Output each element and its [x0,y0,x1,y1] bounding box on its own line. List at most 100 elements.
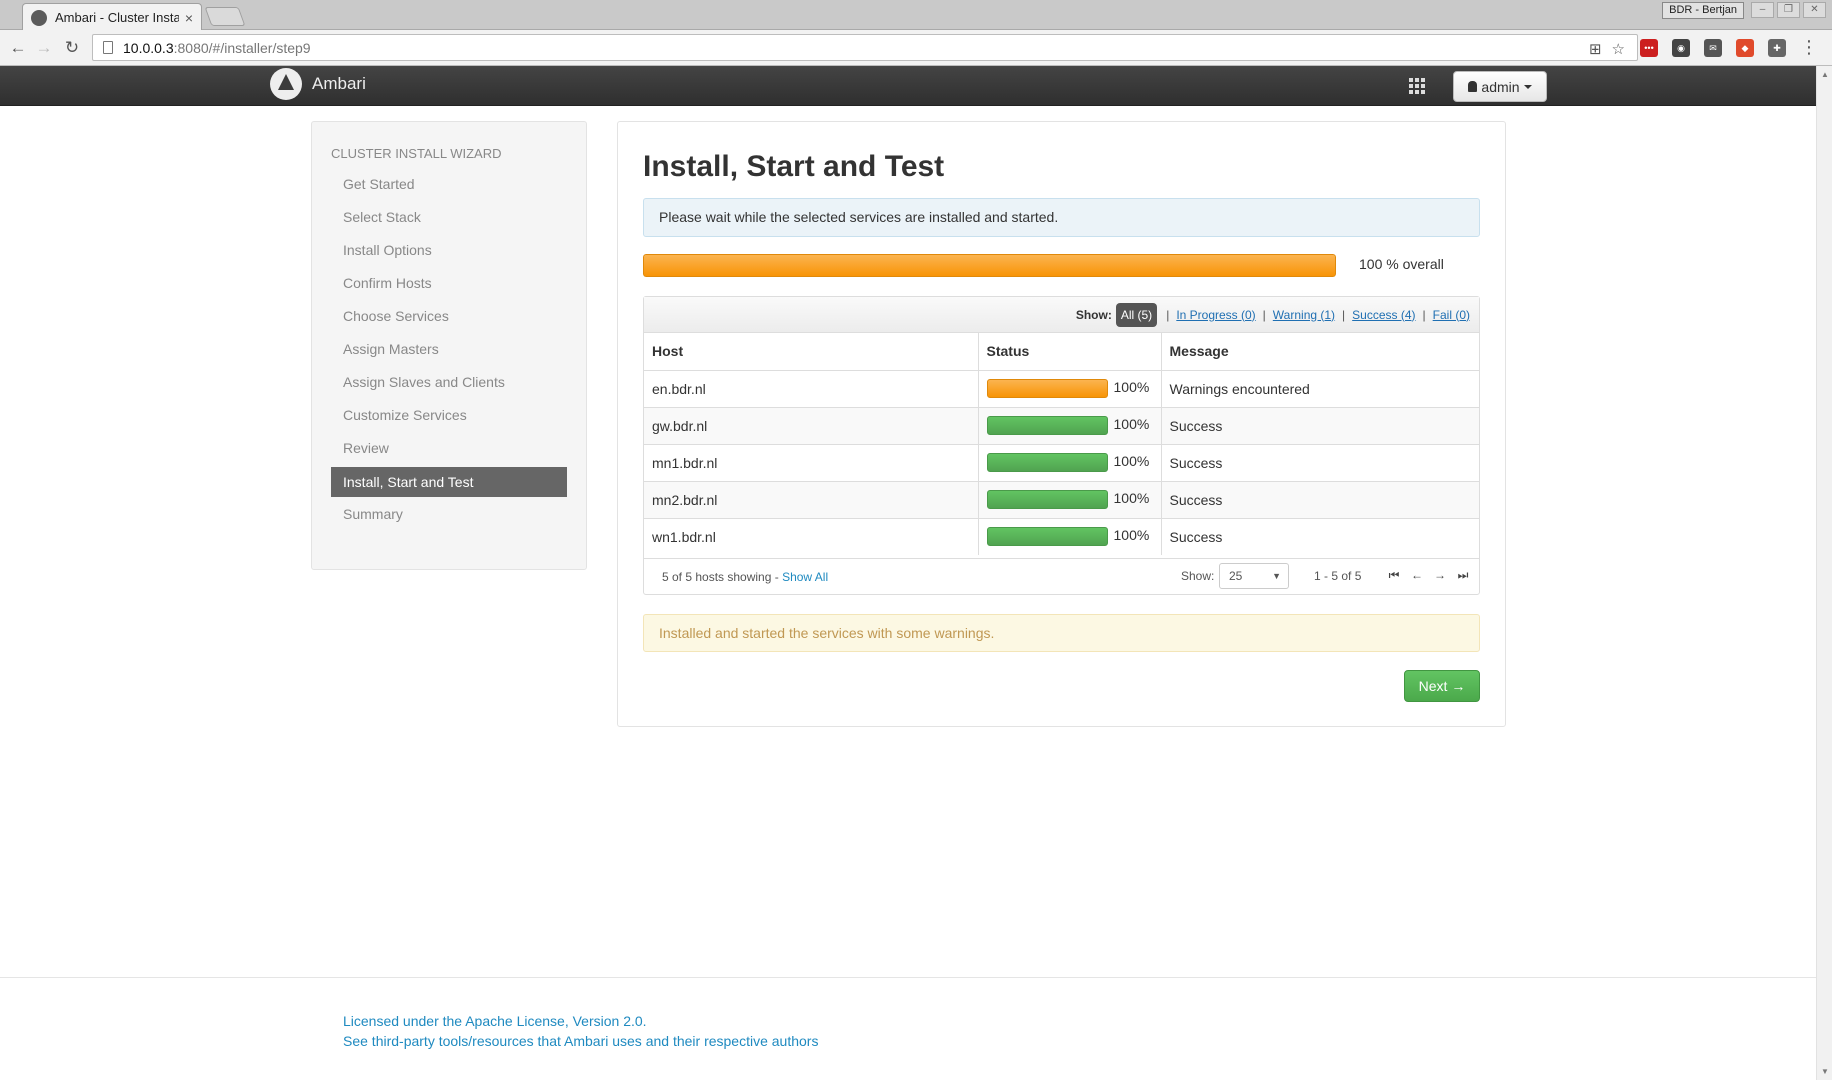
close-window-icon[interactable]: ✕ [1803,2,1826,18]
url-host: 10.0.0.3 [123,39,174,56]
hosts-table-box: Show: All (5) | In Progress (0) | Warnin… [643,296,1480,595]
reload-icon[interactable]: ↻ [62,38,82,58]
status-filter-bar: Show: All (5) | In Progress (0) | Warnin… [644,297,1479,333]
browser-menu-icon[interactable]: ⋮ [1800,37,1818,57]
host-name: en.bdr.nl [644,369,979,407]
overall-progress-bar [643,254,1336,277]
page-footer: Licensed under the Apache License, Versi… [343,1011,818,1051]
mail-icon[interactable]: ✉ [1704,39,1722,57]
wizard-step-confirm-hosts: Confirm Hosts [343,275,432,291]
filter-in-progress[interactable]: In Progress (0) [1176,308,1255,322]
page-size-label: Show: [1181,569,1215,583]
column-header-message: Message [1161,333,1479,371]
filter-warning[interactable]: Warning (1) [1273,308,1335,322]
user-icon [1468,81,1478,92]
user-menu-label: admin [1481,78,1520,95]
lastpass-icon[interactable]: ••• [1640,39,1658,57]
page-size-select[interactable]: 25 ▼ [1219,563,1289,589]
host-status: 100% [978,369,1162,407]
info-alert: Please wait while the selected services … [643,198,1480,237]
host-percent: 100% [1113,527,1150,544]
wizard-step-install-start-test: Install, Start and Test [331,467,567,497]
new-tab-button[interactable] [204,7,246,26]
last-page-icon[interactable]: ⏭ [1456,568,1470,582]
warning-alert: Installed and started the services with … [643,614,1480,652]
tab-title: Ambari - Cluster Instal [55,10,179,25]
browser-tab[interactable]: Ambari - Cluster Instal × [22,3,202,31]
pagination: ⏮ ← → ⏭ [1387,568,1470,582]
ambari-logo-icon[interactable] [270,68,302,100]
tab-close-icon[interactable]: × [185,10,193,26]
extension-red-icon[interactable]: ◆ [1736,39,1754,57]
translate-icon[interactable]: ⊞ [1589,40,1602,58]
wizard-title: CLUSTER INSTALL WIZARD [331,146,502,161]
table-row: mn2.bdr.nl 100% Success [644,480,1479,518]
overall-progress-label: 100 % overall [1359,256,1444,272]
column-header-status: Status [978,333,1162,371]
filter-success[interactable]: Success (4) [1352,308,1415,322]
table-row: wn1.bdr.nl 100% Success [644,517,1479,555]
table-footer: 5 of 5 hosts showing - Show All Show: 25… [644,558,1479,594]
next-page-icon[interactable]: → [1433,568,1447,582]
page-title: Install, Start and Test [643,150,945,183]
extension-icons: ••• ◉ ✉ ◆ ✚ [1640,39,1786,57]
page-scrollbar[interactable]: ▲ ▼ [1816,66,1832,1080]
user-menu-button[interactable]: admin [1453,71,1547,102]
brand-name[interactable]: Ambari [312,74,366,94]
previous-page-icon[interactable]: ← [1410,568,1424,582]
host-name: gw.bdr.nl [644,406,979,444]
column-header-host: Host [644,333,979,371]
filter-all[interactable]: All (5) [1115,302,1158,327]
host-progress-bar [986,379,1108,398]
wizard-step-install-options: Install Options [343,242,432,258]
host-progress-bar [986,527,1108,547]
minimize-icon[interactable]: – [1751,2,1774,18]
ambari-favicon-icon [31,9,47,26]
footer-divider [0,977,1816,978]
page-size-value: 25 [1229,569,1243,583]
pocket-icon[interactable]: ◉ [1672,39,1690,57]
back-arrow-icon[interactable]: ← [8,38,28,58]
scroll-up-icon[interactable]: ▲ [1821,70,1829,79]
bookmark-star-icon[interactable]: ☆ [1612,40,1625,58]
host-status: 100% [978,406,1162,444]
caret-down-icon [1523,84,1532,89]
host-percent: 100% [1113,490,1150,507]
filter-fail[interactable]: Fail (0) [1433,308,1470,322]
host-progress-bar [986,416,1108,435]
table-row: mn1.bdr.nl 100% Success [644,443,1479,481]
host-name: wn1.bdr.nl [644,517,979,555]
page-icon [103,41,113,54]
show-all-link[interactable]: Show All [782,570,828,584]
table-row: en.bdr.nl 100% Warnings encountered [644,369,1479,407]
scroll-down-icon[interactable]: ▼ [1821,1067,1829,1076]
hosts-count-text: 5 of 5 hosts showing - [662,570,783,584]
host-status: 100% [978,443,1162,481]
wizard-step-customize-services: Customize Services [343,407,467,423]
host-message-link[interactable]: Warnings encountered [1161,369,1479,407]
license-link[interactable]: Licensed under the Apache License, Versi… [343,1011,818,1031]
host-message-link[interactable]: Success [1161,517,1479,555]
extension-puzzle-icon[interactable]: ✚ [1768,39,1786,57]
profile-badge[interactable]: BDR - Bertjan [1662,2,1744,19]
views-grid-icon[interactable] [1409,78,1425,94]
forward-arrow-icon[interactable]: → [34,38,54,58]
wizard-step-summary: Summary [343,506,403,522]
restore-icon[interactable]: ❐ [1777,2,1800,18]
wizard-sidebar: CLUSTER INSTALL WIZARD Get Started Selec… [311,121,587,570]
host-percent: 100% [1113,453,1150,470]
next-button[interactable]: Next → [1404,670,1480,702]
host-name: mn1.bdr.nl [644,443,979,481]
host-message-link[interactable]: Success [1161,480,1479,518]
address-bar[interactable]: 10.0.0.3:8080/#/installer/step9 ⊞ ☆ [92,34,1638,61]
host-progress-bar [986,490,1108,509]
host-message-link[interactable]: Success [1161,443,1479,481]
url-path: :8080/#/installer/step9 [173,39,311,56]
host-name: mn2.bdr.nl [644,480,979,518]
select-arrow-icon: ▼ [1272,571,1281,581]
browser-tabstrip: Ambari - Cluster Instal × BDR - Bertjan … [0,0,1832,31]
host-message-link[interactable]: Success [1161,406,1479,444]
first-page-icon[interactable]: ⏮ [1387,568,1401,582]
install-panel: Install, Start and Test Please wait whil… [617,121,1506,727]
third-party-link[interactable]: See third-party tools/resources that Amb… [343,1031,818,1051]
